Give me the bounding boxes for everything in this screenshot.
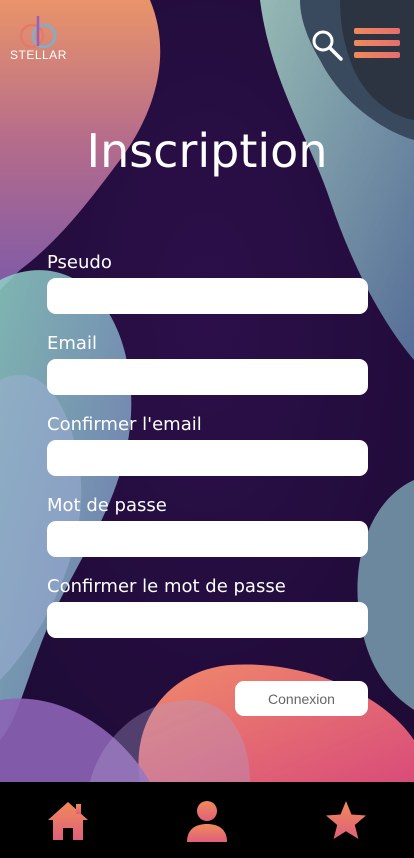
page-title: Inscription bbox=[86, 124, 328, 178]
connexion-button[interactable]: Connexion bbox=[235, 681, 368, 716]
nav-favorites[interactable] bbox=[323, 798, 369, 844]
star-icon bbox=[326, 801, 366, 839]
field-confirm-email: Confirmer l'email bbox=[47, 412, 368, 476]
nav-profile[interactable] bbox=[184, 798, 230, 844]
email-label: Email bbox=[47, 333, 97, 354]
nav-home[interactable] bbox=[45, 798, 91, 844]
signup-form: Pseudo Email Confirmer l'email Mot de pa… bbox=[47, 250, 368, 655]
search-button[interactable] bbox=[310, 28, 344, 62]
field-email: Email bbox=[47, 331, 368, 395]
confirm-password-label: Confirmer le mot de passe bbox=[47, 576, 286, 597]
email-input[interactable] bbox=[47, 359, 368, 395]
pseudo-label: Pseudo bbox=[47, 252, 112, 273]
home-icon bbox=[48, 802, 88, 840]
password-input[interactable] bbox=[47, 521, 368, 557]
field-pseudo: Pseudo bbox=[47, 250, 368, 314]
password-label: Mot de passe bbox=[47, 495, 167, 516]
pseudo-input[interactable] bbox=[47, 278, 368, 314]
confirm-password-input[interactable] bbox=[47, 602, 368, 638]
search-icon bbox=[312, 30, 343, 61]
hamburger-menu-icon bbox=[354, 28, 400, 58]
field-confirm-password: Confirmer le mot de passe bbox=[47, 574, 368, 638]
user-icon bbox=[187, 801, 227, 842]
logo-text: STELLAR bbox=[10, 48, 67, 62]
bottom-navbar bbox=[0, 782, 414, 858]
field-password: Mot de passe bbox=[47, 493, 368, 557]
hamburger-menu-button[interactable] bbox=[354, 28, 400, 60]
confirm-email-input[interactable] bbox=[47, 440, 368, 476]
confirm-email-label: Confirmer l'email bbox=[47, 414, 202, 435]
